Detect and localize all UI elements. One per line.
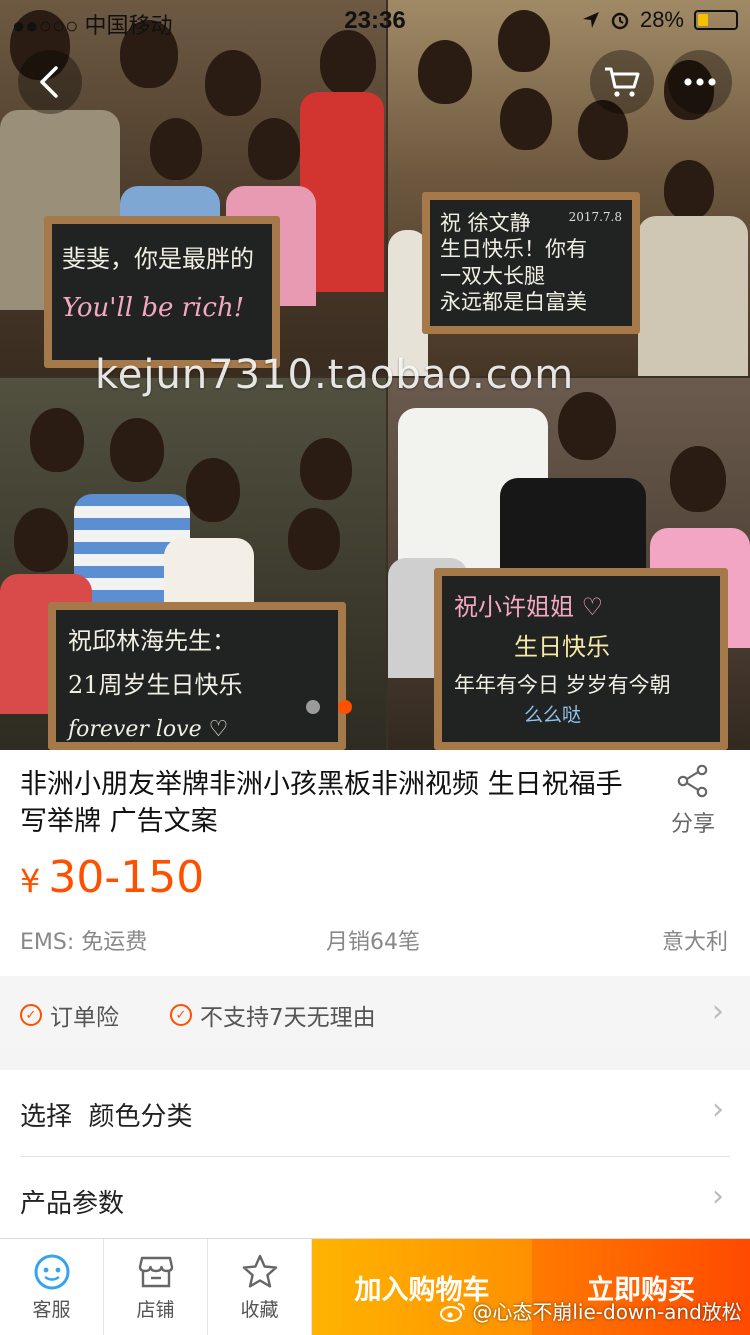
weibo-watermark: @心态不崩lie-down-and放松 xyxy=(440,1296,742,1325)
currency-symbol: ¥ xyxy=(20,862,41,900)
board-text: 一双大长腿 xyxy=(440,263,545,288)
back-button[interactable] xyxy=(18,50,82,114)
board-text: 祝邱林海先生： xyxy=(68,627,236,655)
status-bar: ●●○○○ 中国移动 23:36 28% xyxy=(0,0,750,40)
guarantee-item: ✓ 订单险 xyxy=(20,998,119,1032)
more-icon xyxy=(684,78,716,86)
guarantee-item: ✓ 不支持7天无理由 xyxy=(170,998,376,1032)
service-button[interactable]: 客服 xyxy=(0,1239,104,1335)
status-right: 28% xyxy=(582,7,738,33)
share-label: 分享 xyxy=(670,812,715,837)
chevron-right-icon: › xyxy=(712,994,724,1029)
shop-watermark: kejun7310.taobao.com xyxy=(95,352,575,398)
more-button[interactable] xyxy=(668,50,732,114)
board-text: 斐斐，你是最胖的 xyxy=(62,245,254,273)
board-text: 祝小许姐姐 ♡ xyxy=(454,593,604,621)
carousel-dot-active xyxy=(338,700,352,714)
select-sku-label: 选择 颜色分类 xyxy=(20,1102,193,1132)
section-gap xyxy=(0,1048,750,1070)
favorite-button[interactable]: 收藏 xyxy=(208,1239,312,1335)
back-icon xyxy=(40,66,58,98)
board-text: 21周岁生日快乐 xyxy=(68,671,243,699)
product-image-carousel[interactable]: 斐斐，你是最胖的 You'll be rich! 2017.7.8 祝 徐文静 … xyxy=(0,0,750,750)
location-arrow-icon xyxy=(582,12,599,28)
board-text: 生日快乐！你有 xyxy=(440,237,587,262)
battery-percent: 28% xyxy=(639,7,684,32)
chevron-right-icon: › xyxy=(712,1092,724,1127)
weibo-icon xyxy=(440,1303,465,1322)
ship-from-location: 意大利 xyxy=(661,930,728,955)
shipping-info: EMS: 免运费 xyxy=(20,930,148,955)
alarm-icon xyxy=(611,12,629,30)
check-circle-icon: ✓ xyxy=(20,1004,42,1026)
check-circle-icon: ✓ xyxy=(170,1004,192,1026)
favorite-label: 收藏 xyxy=(240,1299,279,1321)
price-value: 30-150 xyxy=(48,852,205,903)
chalkboard-bottom-right: 祝小许姐姐 ♡ 生日快乐 年年有今日 岁岁有今朝 么么哒 xyxy=(434,568,728,750)
guarantee-label: 订单险 xyxy=(50,1005,119,1031)
chevron-right-icon: › xyxy=(712,1179,724,1214)
star-icon xyxy=(242,1254,277,1288)
carousel-indicator xyxy=(306,700,352,714)
service-label: 客服 xyxy=(32,1299,71,1321)
price: ¥ 30-150 xyxy=(20,852,204,903)
chalkboard-bottom-left: 祝邱林海先生： 21周岁生日快乐 forever love ♡ xyxy=(48,602,346,750)
service-icon xyxy=(34,1254,69,1290)
share-icon xyxy=(677,764,708,798)
shop-icon xyxy=(138,1256,173,1288)
service-guarantees-row[interactable]: ✓ 订单险 ✓ 不支持7天无理由 › xyxy=(0,976,750,1048)
product-title: 非洲小朋友举牌非洲小孩黑板非洲视频 生日祝福手写举牌 广告文案 xyxy=(20,769,623,837)
board-text: 永远都是白富美 xyxy=(440,289,587,314)
cart-button[interactable] xyxy=(590,50,654,114)
carousel-dot xyxy=(306,700,320,714)
board-text: You'll be rich! xyxy=(62,293,245,323)
cart-icon xyxy=(605,67,640,97)
board-text: 生日快乐 xyxy=(514,633,610,661)
weibo-handle: @心态不崩lie-down-and放松 xyxy=(472,1300,742,1324)
shop-button[interactable]: 店铺 xyxy=(104,1239,208,1335)
monthly-sales: 月销64笔 xyxy=(326,930,420,955)
board-text: forever love ♡ xyxy=(68,717,229,742)
battery-icon xyxy=(694,10,738,30)
product-params-label: 产品参数 xyxy=(20,1189,125,1219)
select-sku-row[interactable]: 选择 颜色分类 › xyxy=(0,1070,750,1156)
shop-label: 店铺 xyxy=(136,1299,175,1321)
product-params-row[interactable]: 产品参数 › xyxy=(0,1157,750,1243)
share-button[interactable]: 分享 xyxy=(662,764,724,838)
board-text: 么么哒 xyxy=(524,704,582,727)
board-text: 年年有今日 岁岁有今朝 xyxy=(454,673,671,697)
chalkboard-top-right: 2017.7.8 祝 徐文静 生日快乐！你有 一双大长腿 永远都是白富美 xyxy=(422,192,640,334)
board-date: 2017.7.8 xyxy=(568,210,622,224)
guarantee-label: 不支持7天无理由 xyxy=(200,1005,376,1031)
chalkboard-top-left: 斐斐，你是最胖的 You'll be rich! xyxy=(44,216,280,368)
